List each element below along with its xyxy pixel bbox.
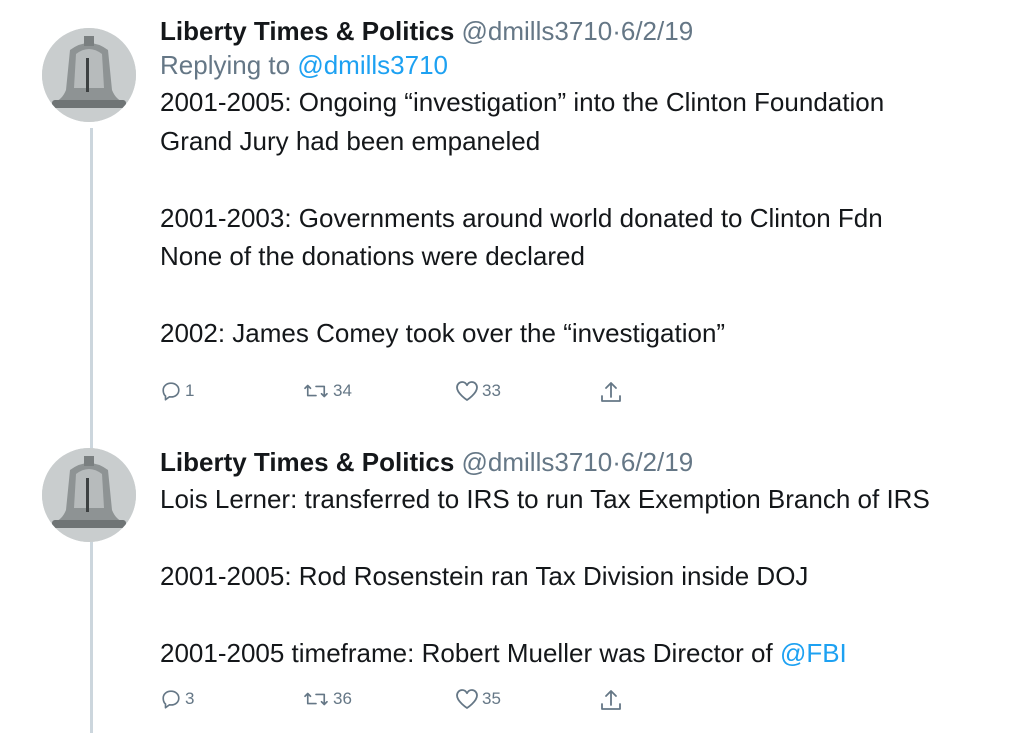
tweet-line: 2001-2005: Rod Rosenstein ran Tax Divisi… <box>160 561 809 591</box>
retweet-count: 34 <box>333 381 352 400</box>
avatar[interactable] <box>42 448 136 542</box>
tweet-line: None of the donations were declared <box>160 241 585 271</box>
share-button[interactable] <box>599 688 623 714</box>
replying-prefix: Replying to <box>160 50 291 80</box>
tweet-date[interactable]: 6/2/19 <box>621 447 693 477</box>
replying-to: Replying to @dmills3710 <box>160 48 1004 82</box>
like-button[interactable]: 33 <box>455 380 501 402</box>
tweet-line: 2002: James Comey took over the “investi… <box>160 318 726 348</box>
retweet-count: 36 <box>333 689 352 708</box>
author-handle[interactable]: @dmills3710 <box>462 16 613 46</box>
tweet-line: Grand Jury had been empaneled <box>160 125 541 156</box>
retweet-button[interactable]: 34 <box>302 380 352 402</box>
tweet-header: Liberty Times & Politics @dmills3710·6/2… <box>160 445 1004 479</box>
share-icon <box>601 690 621 710</box>
like-count: 33 <box>482 381 501 400</box>
separator: · <box>612 447 621 477</box>
avatar[interactable] <box>42 28 136 122</box>
reply-icon <box>162 382 180 401</box>
retweet-icon <box>304 692 328 706</box>
tweet-line-text: 2001-2005 timeframe: Robert Mueller was … <box>160 638 780 668</box>
thread-line <box>90 128 93 733</box>
reply-button[interactable]: 3 <box>160 688 194 710</box>
tweet-date[interactable]: 6/2/19 <box>621 16 693 46</box>
tweet-text: Lois Lerner: transferred to IRS to run T… <box>160 480 1004 673</box>
author-name[interactable]: Liberty Times & Politics <box>160 16 454 46</box>
share-icon <box>601 382 621 402</box>
retweet-icon <box>304 384 328 398</box>
tweet-actions: 1 34 33 <box>160 380 640 410</box>
liberty-bell-icon <box>42 28 136 122</box>
like-count: 35 <box>482 689 501 708</box>
tweet-text: 2001-2005: Ongoing “investigation” into … <box>160 83 1004 353</box>
heart-icon <box>456 381 478 401</box>
like-button[interactable]: 35 <box>455 688 501 710</box>
tweet-line: 2001-2003: Governments around world dona… <box>160 202 883 233</box>
retweet-button[interactable]: 36 <box>302 688 352 710</box>
replying-mention-link[interactable]: @dmills3710 <box>297 50 448 80</box>
author-name[interactable]: Liberty Times & Politics <box>160 447 454 477</box>
share-button[interactable] <box>599 380 623 406</box>
separator: · <box>612 16 621 46</box>
reply-icon <box>162 690 180 709</box>
author-handle[interactable]: @dmills3710 <box>462 447 613 477</box>
reply-count: 3 <box>185 689 195 708</box>
fbi-mention-link[interactable]: @FBI <box>780 638 847 668</box>
tweet-actions: 3 36 35 <box>160 688 640 718</box>
tweet-header: Liberty Times & Politics @dmills3710·6/2… <box>160 14 1004 48</box>
liberty-bell-icon <box>42 448 136 542</box>
tweet-line: 2001-2005: Ongoing “investigation” into … <box>160 87 885 117</box>
reply-count: 1 <box>185 381 195 400</box>
reply-button[interactable]: 1 <box>160 380 194 402</box>
heart-icon <box>456 689 478 709</box>
tweet-line: 2001-2005 timeframe: Robert Mueller was … <box>160 634 1004 673</box>
tweet-line: Lois Lerner: transferred to IRS to run T… <box>160 484 930 514</box>
